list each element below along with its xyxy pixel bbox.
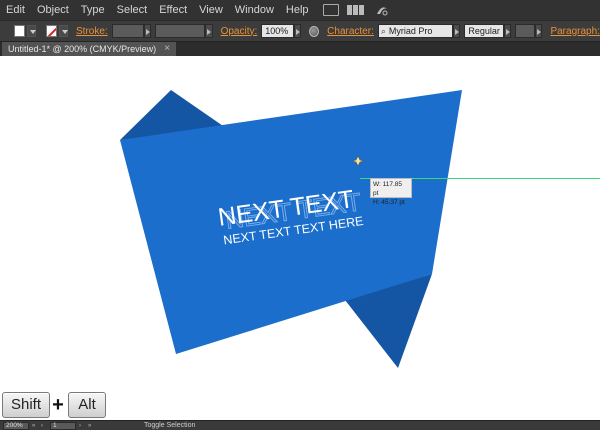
menu-type[interactable]: Type <box>75 0 111 20</box>
menu-window[interactable]: Window <box>229 0 280 20</box>
first-page-icon[interactable]: « <box>32 423 38 429</box>
font-style-dropdown[interactable] <box>504 24 512 38</box>
menubar-icons <box>322 3 389 17</box>
control-bar: Stroke: Opacity: 100% Character: ⌕ Myria… <box>0 20 600 42</box>
document-tab-bar: Untitled-1* @ 200% (CMYK/Preview) × <box>0 42 600 56</box>
size-tooltip-height: H: 45.37 pt <box>373 199 405 206</box>
status-text: Toggle Selection <box>144 422 196 429</box>
menu-help[interactable]: Help <box>280 0 315 20</box>
size-tooltip-width: W: 117.85 pt <box>373 181 403 197</box>
menu-edit[interactable]: Edit <box>0 0 31 20</box>
font-family-value: Myriad Pro <box>388 26 433 36</box>
opacity-dropdown[interactable] <box>293 24 302 38</box>
gpu-performance-icon[interactable] <box>375 3 389 17</box>
opacity-label[interactable]: Opacity: <box>221 26 258 37</box>
prev-page-icon[interactable]: ‹ <box>41 423 47 429</box>
paragraph-label[interactable]: Paragraph: <box>550 26 599 37</box>
document-tab[interactable]: Untitled-1* @ 200% (CMYK/Preview) × <box>2 42 177 56</box>
status-bar: 200% « ‹ 1 › » Toggle Selection <box>0 420 600 430</box>
stroke-weight-dropdown[interactable] <box>143 24 152 38</box>
zoom-field[interactable]: 200% <box>3 421 29 430</box>
font-style-field[interactable]: Regular <box>464 24 505 38</box>
search-icon: ⌕ <box>380 26 386 36</box>
menu-view[interactable]: View <box>193 0 229 20</box>
arrange-documents-icon[interactable] <box>346 4 367 16</box>
fill-dropdown[interactable] <box>26 25 36 37</box>
page-field[interactable]: 1 <box>50 421 76 430</box>
size-tooltip: W: 117.85 pt H: 45.37 pt <box>370 178 412 206</box>
alt-key-badge: Alt <box>68 392 106 418</box>
recolor-artwork-icon[interactable] <box>309 25 320 37</box>
menu-select[interactable]: Select <box>111 0 154 20</box>
font-family-field[interactable]: ⌕ Myriad Pro <box>377 24 453 38</box>
next-page-icon[interactable]: › <box>79 423 85 429</box>
menu-effect[interactable]: Effect <box>153 0 193 20</box>
stroke-swatch[interactable] <box>46 25 57 37</box>
menu-bar: Edit Object Type Select Effect View Wind… <box>0 0 600 20</box>
artboard-canvas[interactable]: NEXT TEXT NEXT TEXT NEXT TEXT TEXT HERE … <box>0 56 600 420</box>
font-family-dropdown[interactable] <box>453 24 461 38</box>
menu-object[interactable]: Object <box>31 0 75 20</box>
opacity-field[interactable]: 100% <box>261 24 294 38</box>
illustrator-window: Edit Object Type Select Effect View Wind… <box>0 0 600 430</box>
last-page-icon[interactable]: » <box>88 423 94 429</box>
font-size-dropdown[interactable] <box>535 24 543 38</box>
character-label[interactable]: Character: <box>327 26 374 37</box>
variable-width-dropdown[interactable] <box>205 24 213 38</box>
stroke-label[interactable]: Stroke: <box>76 26 108 37</box>
font-size-field[interactable] <box>515 24 536 38</box>
plus-sign: + <box>52 394 64 416</box>
shift-key-badge: Shift <box>2 392 50 418</box>
artwork: NEXT TEXT NEXT TEXT NEXT TEXT TEXT HERE <box>120 90 462 368</box>
close-icon[interactable]: × <box>164 42 170 56</box>
stroke-dropdown[interactable] <box>58 25 68 37</box>
bridge-icon[interactable] <box>322 4 339 16</box>
fill-swatch[interactable] <box>14 25 25 37</box>
document-tab-title: Untitled-1* @ 200% (CMYK/Preview) <box>8 44 157 54</box>
variable-width-profile[interactable] <box>155 24 206 38</box>
stroke-weight-field[interactable] <box>111 24 144 38</box>
